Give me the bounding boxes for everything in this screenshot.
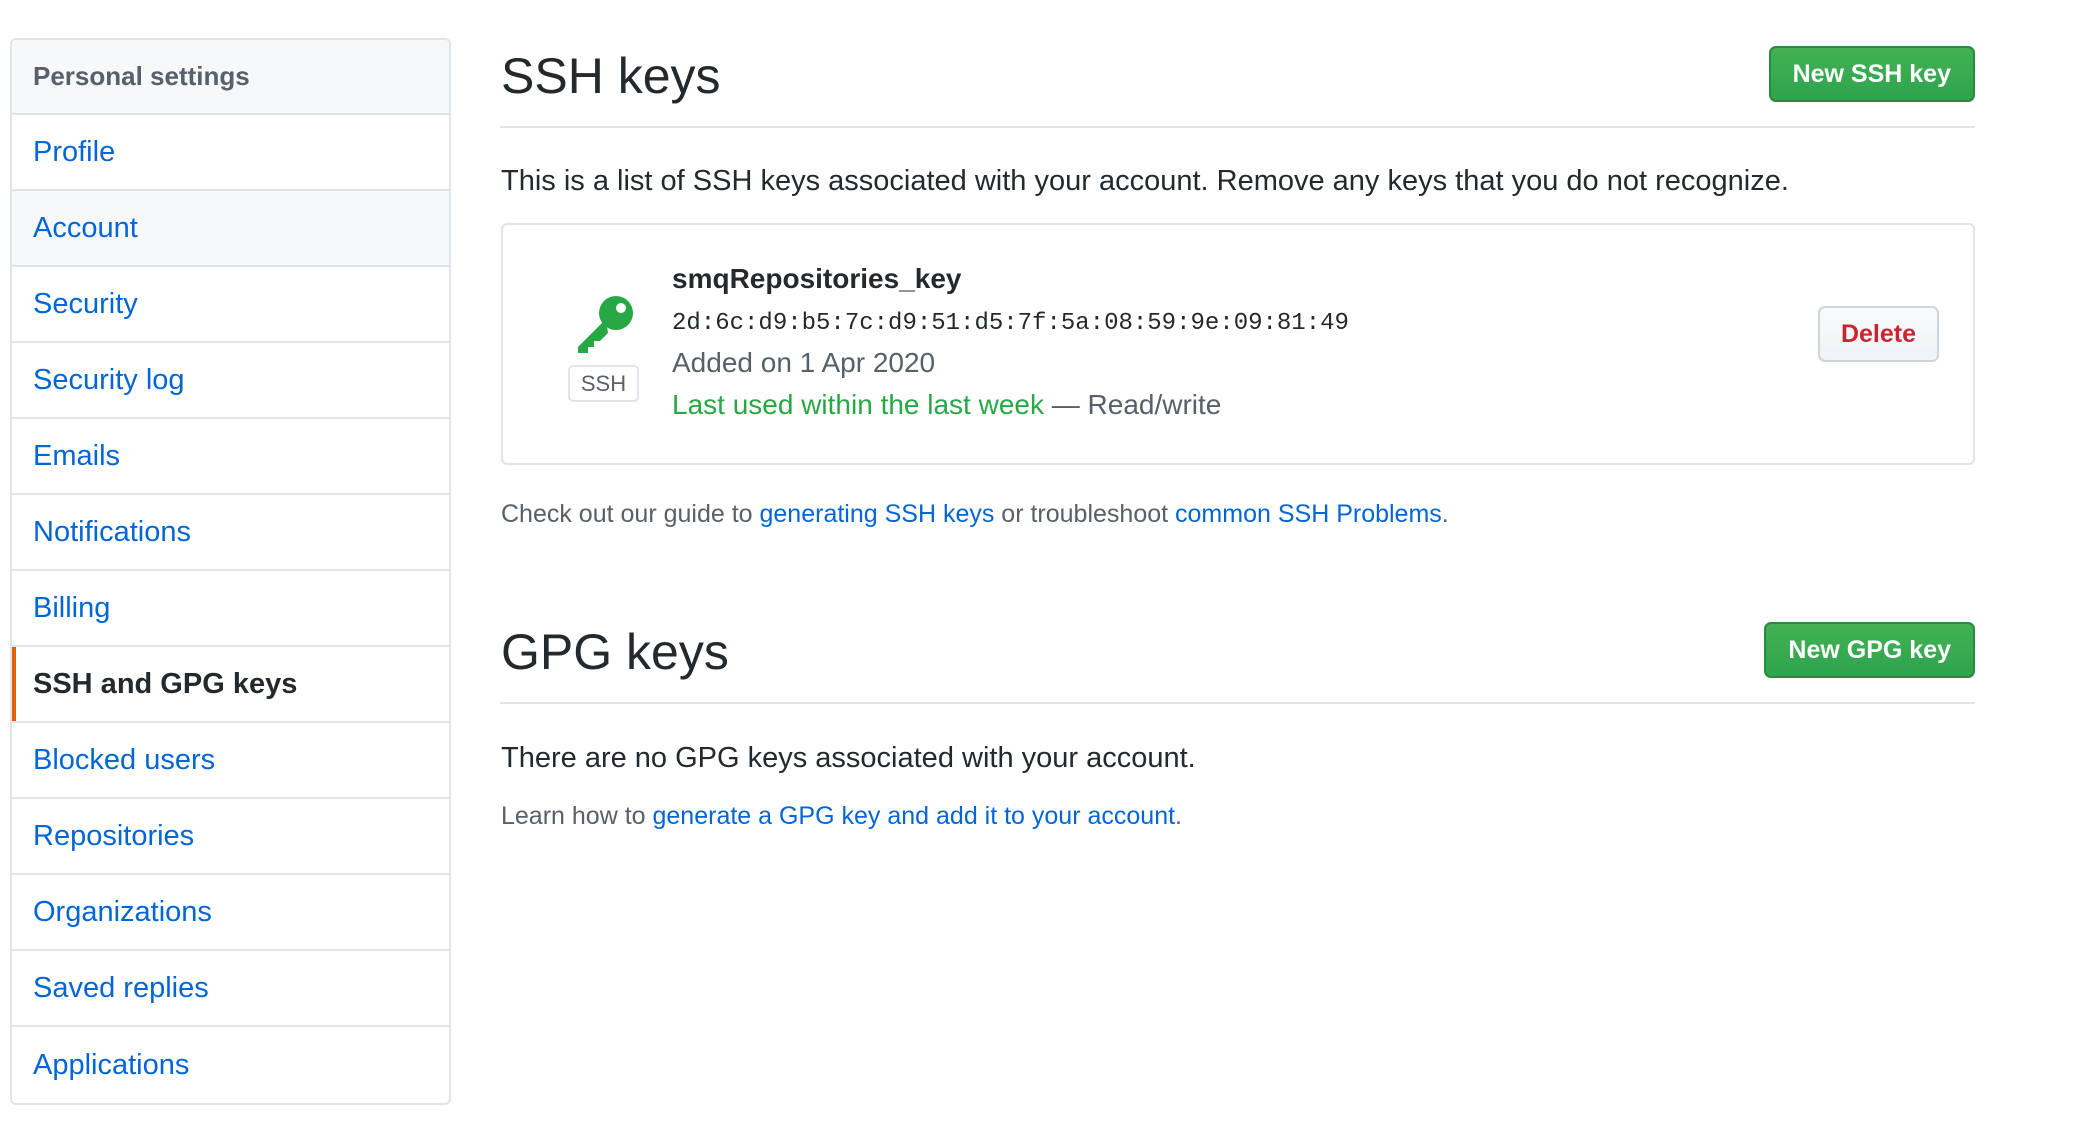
gpg-section-header: GPG keys New GPG key	[500, 576, 1975, 704]
gpg-empty-text: There are no GPG keys associated with yo…	[501, 742, 1196, 774]
ssh-guide-prefix: Check out our guide to	[501, 500, 760, 528]
ssh-keys-title: SSH keys	[501, 48, 721, 104]
delete-ssh-key-button[interactable]: Delete	[1817, 306, 1939, 362]
sidebar-item-emails[interactable]: Emails	[12, 419, 449, 495]
sidebar-item-organizations[interactable]: Organizations	[12, 875, 449, 951]
new-gpg-key-button[interactable]: New GPG key	[1764, 622, 1975, 678]
gpg-learn-prefix: Learn how to	[501, 802, 653, 830]
ssh-key-item: SSH smqRepositories_key 2d:6c:d9:b5:7c:d…	[501, 223, 1975, 465]
key-icon	[568, 289, 640, 359]
ssh-guide-text: Check out our guide to generating SSH ke…	[501, 500, 1449, 529]
ssh-description: This is a list of SSH keys associated wi…	[501, 165, 1789, 197]
generate-gpg-key-link[interactable]: generate a GPG key and add it to your ac…	[653, 802, 1176, 830]
ssh-guide-middle: or troubleshoot	[994, 500, 1176, 528]
gpg-learn-text: Learn how to generate a GPG key and add …	[501, 802, 1182, 831]
sidebar-item-blocked-users[interactable]: Blocked users	[12, 723, 449, 799]
ssh-key-added-date: Added on 1 Apr 2020	[672, 347, 936, 378]
sidebar-item-applications[interactable]: Applications	[12, 1027, 449, 1103]
sidebar-item-security-log[interactable]: Security log	[12, 343, 449, 419]
ssh-key-access: — Read/write	[1043, 389, 1222, 420]
gpg-learn-suffix: .	[1175, 802, 1182, 830]
ssh-type-label: SSH	[568, 365, 639, 402]
common-ssh-problems-link[interactable]: common SSH Problems	[1175, 500, 1442, 528]
ssh-key-last-used: Last used within the last week	[672, 389, 1044, 420]
ssh-guide-suffix: .	[1441, 500, 1449, 528]
ssh-keys-section: SSH keys New SSH key This is a list of S…	[500, 0, 1975, 560]
sidebar-item-billing[interactable]: Billing	[12, 571, 449, 647]
gpg-keys-title: GPG keys	[501, 624, 729, 680]
sidebar-item-profile[interactable]: Profile	[12, 115, 449, 191]
ssh-key-usage: Last used within the last week — Read/wr…	[672, 389, 1221, 421]
new-ssh-key-button[interactable]: New SSH key	[1768, 46, 1975, 102]
settings-page: Personal settings Profile Account Securi…	[0, 0, 2084, 1126]
sidebar-item-ssh-gpg-keys[interactable]: SSH and GPG keys	[12, 647, 449, 723]
ssh-key-name: smqRepositories_key	[672, 263, 962, 294]
sidebar-item-security[interactable]: Security	[12, 267, 449, 343]
sidebar-item-repositories[interactable]: Repositories	[12, 799, 449, 875]
sidebar-item-saved-replies[interactable]: Saved replies	[12, 951, 449, 1027]
ssh-section-header: SSH keys New SSH key	[500, 0, 1975, 128]
ssh-key-fingerprint: 2d:6c:d9:b5:7c:d9:51:d5:7f:5a:08:59:9e:0…	[672, 310, 1349, 337]
sidebar-header: Personal settings	[12, 40, 449, 115]
generating-ssh-keys-link[interactable]: generating SSH keys	[760, 500, 995, 528]
sidebar-item-account[interactable]: Account	[12, 191, 449, 267]
gpg-keys-section: GPG keys New GPG key There are no GPG ke…	[500, 576, 1975, 876]
settings-sidebar: Personal settings Profile Account Securi…	[10, 38, 451, 1105]
sidebar-item-notifications[interactable]: Notifications	[12, 495, 449, 571]
